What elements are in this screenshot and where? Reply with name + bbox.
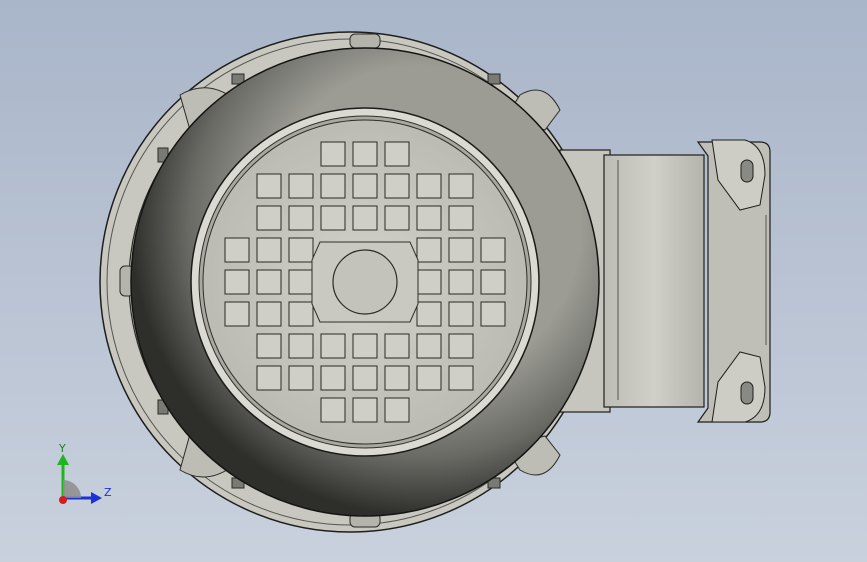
- z-axis-label: Z: [104, 486, 112, 499]
- grille-cell: [320, 205, 346, 231]
- grille-cell: [448, 205, 474, 231]
- grille-cell: [256, 269, 282, 295]
- grille-cell: [224, 237, 250, 263]
- grille-cell: [384, 141, 410, 167]
- grille-cell: [352, 205, 378, 231]
- grille-cell: [352, 141, 378, 167]
- grille-cell: [416, 237, 442, 263]
- grille-cell: [416, 365, 442, 391]
- grille-cell: [256, 205, 282, 231]
- grille-cell: [320, 365, 346, 391]
- orientation-triad: Y Z: [57, 442, 112, 504]
- grille-cell: [288, 269, 314, 295]
- grille-cell: [416, 333, 442, 359]
- grille-cell: [224, 269, 250, 295]
- grille-cell: [448, 365, 474, 391]
- grille-cell: [352, 365, 378, 391]
- grille-cell: [416, 205, 442, 231]
- grille-cell: [480, 269, 506, 295]
- y-axis-arrowhead: [57, 454, 69, 465]
- grille-cell: [256, 333, 282, 359]
- x-axis-dot: [59, 496, 67, 504]
- grille-cell: [416, 269, 442, 295]
- grille-cell: [256, 173, 282, 199]
- grille-cell: [288, 333, 314, 359]
- grille-cell: [352, 173, 378, 199]
- grille-cell: [448, 237, 474, 263]
- grille-cell: [320, 173, 346, 199]
- grille-cell: [448, 333, 474, 359]
- grille-cell: [320, 141, 346, 167]
- grille-cell: [448, 269, 474, 295]
- fan-hub: [311, 241, 419, 323]
- z-axis-arrowhead: [91, 492, 102, 504]
- grille-cell: [416, 173, 442, 199]
- grille-cell: [384, 205, 410, 231]
- grille-cell: [288, 173, 314, 199]
- grille-cell: [288, 237, 314, 263]
- grille-cell: [384, 365, 410, 391]
- grille-cell: [288, 205, 314, 231]
- grille-cell: [256, 301, 282, 327]
- grille-cell: [384, 333, 410, 359]
- grille-cell: [352, 333, 378, 359]
- triad-quarter-disc: [63, 480, 81, 498]
- grille-cell: [448, 173, 474, 199]
- grille-cell: [384, 397, 410, 423]
- graphics-viewport[interactable]: Y Z: [0, 0, 867, 562]
- grille-cell: [256, 237, 282, 263]
- grille-cell: [288, 301, 314, 327]
- grille-cell: [288, 365, 314, 391]
- grille-cell: [448, 301, 474, 327]
- grille-cell: [256, 365, 282, 391]
- grille-cell: [480, 301, 506, 327]
- grille-cell: [480, 237, 506, 263]
- motor-model-view[interactable]: [0, 0, 867, 562]
- grille-cell: [384, 173, 410, 199]
- grille-cell: [224, 301, 250, 327]
- grille-cell: [416, 301, 442, 327]
- grille-cell: [320, 397, 346, 423]
- grille-cell: [352, 397, 378, 423]
- grille-cell: [320, 333, 346, 359]
- y-axis-label: Y: [58, 442, 66, 455]
